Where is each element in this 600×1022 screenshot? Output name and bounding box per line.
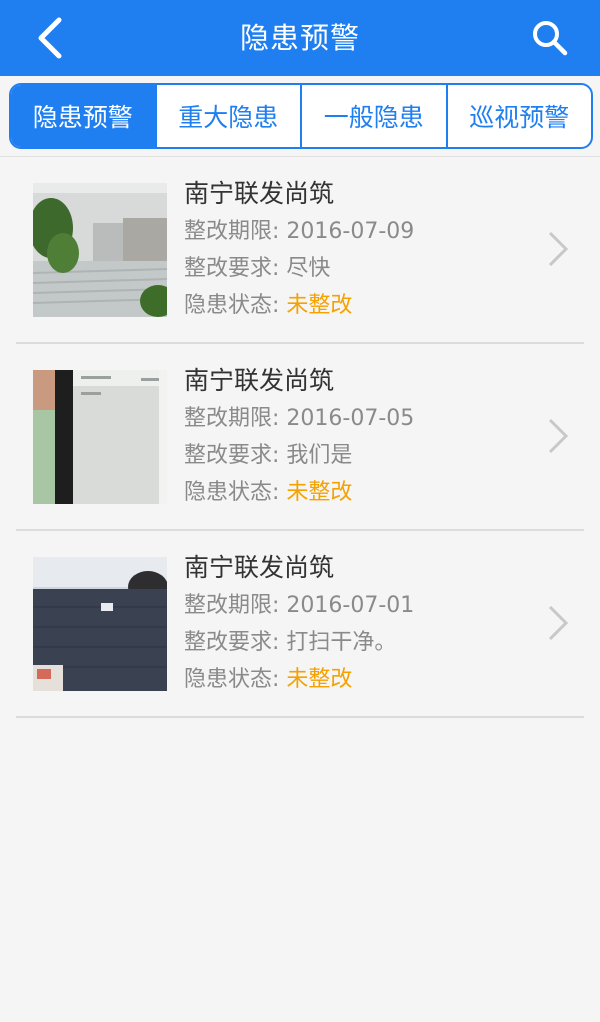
requirement-row: 整改要求: 打扫干净。 [184,624,544,661]
requirement-row: 整改要求: 我们是 [184,437,544,474]
status-badge: 未整改 [286,667,353,692]
list-item[interactable]: 南宁联发尚筑 整改期限: 2016-07-05 整改要求: 我们是 隐患状态: … [16,344,584,531]
requirement-label: 整改要求: [184,630,287,655]
status-badge: 未整改 [286,293,353,318]
search-button[interactable] [522,10,578,66]
hazard-list: 南宁联发尚筑 整改期限: 2016-07-09 整改要求: 尽快 隐患状态: 未… [0,157,600,718]
tab-hazard-warning[interactable]: 隐患预警 [11,85,157,147]
status-row: 隐患状态: 未整改 [184,287,544,324]
tab-major-hazard[interactable]: 重大隐患 [157,85,302,147]
requirement-value: 我们是 [286,443,353,468]
tab-bar-container: 隐患预警 重大隐患 一般隐患 巡视预警 [0,76,600,157]
chevron-right-icon [548,231,569,267]
deadline-label: 整改期限: [184,406,287,431]
chevron-right-icon [548,418,569,454]
chevron-right-icon [548,605,569,641]
item-info: 南宁联发尚筑 整改期限: 2016-07-09 整改要求: 尽快 隐患状态: 未… [184,175,544,324]
deadline-value: 2016-07-01 [286,593,415,618]
list-item[interactable]: 南宁联发尚筑 整改期限: 2016-07-09 整改要求: 尽快 隐患状态: 未… [16,157,584,344]
status-row: 隐患状态: 未整改 [184,474,544,511]
deadline-row: 整改期限: 2016-07-09 [184,213,544,250]
requirement-row: 整改要求: 尽快 [184,250,544,287]
deadline-row: 整改期限: 2016-07-01 [184,587,544,624]
list-item[interactable]: 南宁联发尚筑 整改期限: 2016-07-01 整改要求: 打扫干净。 隐患状态… [16,531,584,718]
status-label: 隐患状态: [184,480,287,505]
tab-bar: 隐患预警 重大隐患 一般隐患 巡视预警 [9,83,593,149]
requirement-value: 打扫干净。 [286,630,397,655]
status-label: 隐患状态: [184,667,287,692]
tab-general-hazard[interactable]: 一般隐患 [302,85,448,147]
item-info: 南宁联发尚筑 整改期限: 2016-07-05 整改要求: 我们是 隐患状态: … [184,362,544,511]
project-name: 南宁联发尚筑 [184,553,335,582]
hazard-photo [33,557,167,691]
requirement-label: 整改要求: [184,256,287,281]
project-name: 南宁联发尚筑 [184,179,335,208]
deadline-value: 2016-07-09 [286,219,415,244]
project-name: 南宁联发尚筑 [184,366,335,395]
status-badge: 未整改 [286,480,353,505]
page-title: 隐患预警 [239,21,360,55]
deadline-value: 2016-07-05 [286,406,415,431]
requirement-label: 整改要求: [184,443,287,468]
hazard-photo [33,183,167,317]
status-label: 隐患状态: [184,293,287,318]
deadline-label: 整改期限: [184,593,287,618]
tab-patrol-warning[interactable]: 巡视预警 [448,85,592,147]
search-icon [533,21,568,56]
deadline-label: 整改期限: [184,219,287,244]
status-row: 隐患状态: 未整改 [184,661,544,698]
item-info: 南宁联发尚筑 整改期限: 2016-07-01 整改要求: 打扫干净。 隐患状态… [184,549,544,698]
hazard-photo [33,370,167,504]
deadline-row: 整改期限: 2016-07-05 [184,400,544,437]
requirement-value: 尽快 [286,256,331,281]
app-header: 隐患预警 [0,0,600,76]
